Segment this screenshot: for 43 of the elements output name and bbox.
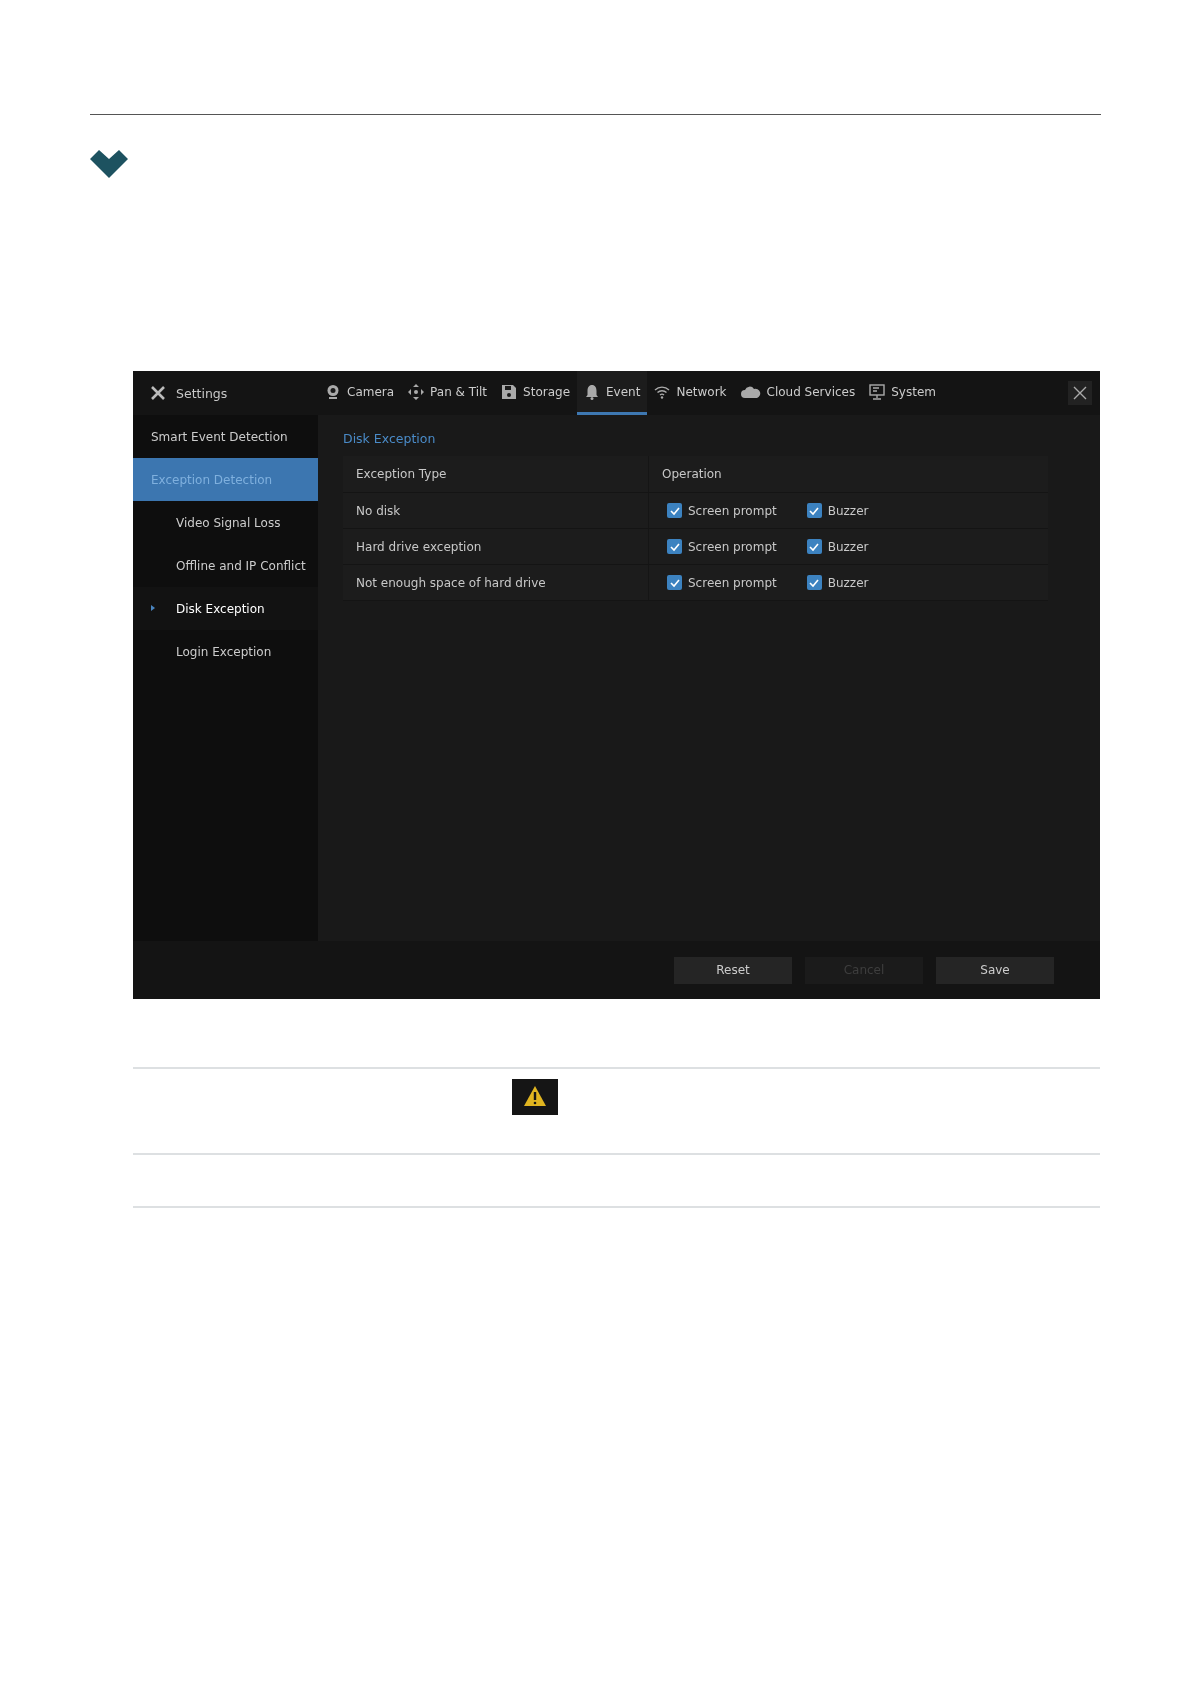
- nav-tab[interactable]: Storage: [494, 371, 578, 415]
- chevron-down-icon: [90, 150, 128, 178]
- nav-tab[interactable]: Cloud Services: [733, 371, 863, 415]
- footer-button[interactable]: Save: [936, 956, 1054, 984]
- checkbox-option[interactable]: Buzzer: [806, 503, 869, 518]
- column-header: Operation: [661, 467, 722, 481]
- cloud-icon: [740, 385, 761, 398]
- monitor-icon: [869, 383, 886, 400]
- table-cell: Not enough space of hard drive: [343, 565, 649, 600]
- sidebar-subitem[interactable]: Video Signal Loss: [133, 501, 318, 544]
- column-header: Exception Type: [343, 456, 649, 492]
- webcam-icon: [325, 383, 341, 400]
- checkbox-option[interactable]: Screen prompt: [667, 503, 777, 518]
- nav-tab[interactable]: Pan & Tilt: [401, 371, 495, 415]
- checkbox-option[interactable]: Buzzer: [806, 575, 869, 590]
- checkbox[interactable]: [667, 539, 682, 554]
- checkbox-option[interactable]: Buzzer: [806, 539, 869, 554]
- checkbox-option[interactable]: Screen prompt: [667, 575, 777, 590]
- section-title: Disk Exception: [343, 431, 437, 446]
- nav-tab[interactable]: System: [862, 371, 943, 415]
- sidebar-subitem[interactable]: Disk Exception: [133, 587, 318, 630]
- warning-icon: [512, 1079, 558, 1115]
- checkbox[interactable]: [667, 503, 682, 518]
- close-icon: [1073, 386, 1087, 400]
- checkbox[interactable]: [806, 539, 822, 554]
- checkbox[interactable]: [667, 575, 682, 590]
- checkbox[interactable]: [806, 575, 822, 590]
- window-title: Settings: [176, 385, 228, 401]
- table-cell: Hard drive exception: [343, 529, 649, 564]
- close-button[interactable]: [1068, 381, 1092, 405]
- sidebar-item[interactable]: Smart Event Detection: [133, 415, 318, 458]
- sidebar-subitem[interactable]: Offline and IP Conflict: [133, 544, 318, 587]
- nav-tab[interactable]: Camera: [318, 371, 402, 415]
- table-cell: No disk: [343, 493, 649, 528]
- checkbox-option[interactable]: Screen prompt: [667, 539, 777, 554]
- checkbox[interactable]: [806, 503, 822, 518]
- move-arrows-icon: [408, 383, 425, 400]
- footer-button[interactable]: Reset: [674, 956, 792, 984]
- current-marker-icon: [151, 605, 155, 611]
- nav-tab[interactable]: Event: [577, 371, 648, 415]
- nav-tab[interactable]: Network: [647, 371, 734, 415]
- bell-icon: [584, 383, 601, 400]
- sidebar-subitem[interactable]: Login Exception: [133, 630, 318, 673]
